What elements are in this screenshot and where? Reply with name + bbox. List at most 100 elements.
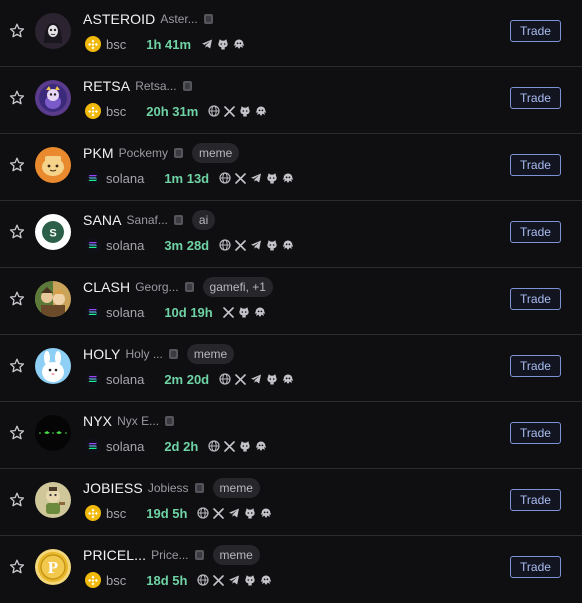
telegram-icon[interactable] <box>201 38 213 50</box>
dexscreener-icon[interactable] <box>282 239 294 251</box>
copy-address-icon[interactable] <box>194 550 204 560</box>
token-name: Aster... <box>160 12 198 26</box>
token-row[interactable]: S SANA Sanaf... ai solana 3m 28d Trade <box>0 201 582 268</box>
favorite-star-icon[interactable] <box>8 290 26 308</box>
x-icon[interactable] <box>222 306 234 318</box>
token-symbol[interactable]: PRICEL... <box>83 547 146 563</box>
token-symbol[interactable]: HOLY <box>83 346 121 362</box>
token-row[interactable]: P PRICEL... Price... meme bsc 18d 5h Tra… <box>0 536 582 603</box>
x-icon[interactable] <box>235 172 246 184</box>
trade-button[interactable]: Trade <box>510 422 561 444</box>
favorite-star-icon[interactable] <box>8 22 26 40</box>
github-icon[interactable] <box>238 306 250 318</box>
github-icon[interactable] <box>239 440 251 452</box>
trade-button[interactable]: Trade <box>510 20 561 42</box>
token-symbol[interactable]: NYX <box>83 413 112 429</box>
github-icon[interactable] <box>239 105 251 117</box>
token-row[interactable]: NYX Nyx E... solana 2d 2h Trade <box>0 402 582 469</box>
token-row[interactable]: HOLY Holy ... meme solana 2m 20d Trade <box>0 335 582 402</box>
token-avatar[interactable]: S <box>35 214 71 250</box>
dexscreener-icon[interactable] <box>282 172 294 184</box>
copy-address-icon[interactable] <box>182 81 192 91</box>
favorite-star-icon[interactable] <box>8 223 26 241</box>
token-row[interactable]: JOBIESS Jobiess meme bsc 19d 5h Trade <box>0 469 582 536</box>
token-row[interactable]: RETSA Retsa... bsc 20h 31m Trade <box>0 67 582 134</box>
trade-button[interactable]: Trade <box>510 556 561 578</box>
github-icon[interactable] <box>217 38 229 50</box>
x-icon[interactable] <box>213 574 225 586</box>
social-links <box>208 105 267 117</box>
copy-address-icon[interactable] <box>184 282 194 292</box>
trade-button[interactable]: Trade <box>510 87 561 109</box>
token-symbol[interactable]: JOBIESS <box>83 480 143 496</box>
token-symbol[interactable]: SANA <box>83 212 122 228</box>
x-icon[interactable] <box>224 105 236 117</box>
token-avatar[interactable] <box>35 415 71 451</box>
favorite-star-icon[interactable] <box>8 491 26 509</box>
token-symbol[interactable]: ASTEROID <box>83 11 155 27</box>
token-symbol[interactable]: PKM <box>83 145 114 161</box>
token-symbol[interactable]: CLASH <box>83 279 130 295</box>
copy-address-icon[interactable] <box>173 215 183 225</box>
token-symbol[interactable]: RETSA <box>83 78 130 94</box>
token-meta: solana 1m 13d <box>85 169 294 187</box>
x-icon[interactable] <box>213 507 225 519</box>
globe-icon[interactable] <box>219 239 231 251</box>
token-avatar[interactable] <box>35 281 71 317</box>
favorite-star-icon[interactable] <box>8 424 26 442</box>
social-links <box>197 574 272 586</box>
telegram-icon[interactable] <box>250 239 262 251</box>
trade-button[interactable]: Trade <box>510 288 561 310</box>
chain-name: bsc <box>106 103 127 119</box>
dexscreener-icon[interactable] <box>282 373 294 385</box>
favorite-star-icon[interactable] <box>8 357 26 375</box>
trade-button[interactable]: Trade <box>510 355 561 377</box>
dexscreener-icon[interactable] <box>255 105 267 117</box>
github-icon[interactable] <box>244 574 256 586</box>
dexscreener-icon[interactable] <box>254 306 266 318</box>
telegram-icon[interactable] <box>250 172 262 184</box>
x-icon[interactable] <box>235 373 246 385</box>
github-icon[interactable] <box>244 507 256 519</box>
dexscreener-icon[interactable] <box>260 507 272 519</box>
telegram-icon[interactable] <box>250 373 262 385</box>
token-row[interactable]: ASTEROID Aster... bsc 1h 41m Trade <box>0 0 582 67</box>
globe-icon[interactable] <box>208 105 220 117</box>
dexscreener-icon[interactable] <box>260 574 272 586</box>
token-avatar[interactable]: P <box>35 549 71 585</box>
copy-address-icon[interactable] <box>165 416 175 426</box>
telegram-icon[interactable] <box>228 507 240 519</box>
category-tag: meme <box>212 478 260 498</box>
copy-address-icon[interactable] <box>168 349 178 359</box>
chain-name: solana <box>106 304 145 320</box>
trade-button[interactable]: Trade <box>510 154 561 176</box>
favorite-star-icon[interactable] <box>8 156 26 174</box>
github-icon[interactable] <box>266 172 278 184</box>
favorite-star-icon[interactable] <box>8 89 26 107</box>
globe-icon[interactable] <box>219 373 231 385</box>
token-avatar[interactable] <box>35 147 71 183</box>
copy-address-icon[interactable] <box>194 483 204 493</box>
copy-address-icon[interactable] <box>174 148 183 158</box>
token-row[interactable]: PKM Pockemy meme solana 1m 13d Trade <box>0 134 582 201</box>
globe-icon[interactable] <box>197 507 210 519</box>
trade-button[interactable]: Trade <box>510 221 561 243</box>
trade-button[interactable]: Trade <box>510 489 561 511</box>
dexscreener-icon[interactable] <box>255 440 267 452</box>
token-avatar[interactable] <box>35 13 71 49</box>
favorite-star-icon[interactable] <box>8 558 26 576</box>
globe-icon[interactable] <box>197 574 210 586</box>
globe-icon[interactable] <box>208 440 220 452</box>
token-avatar[interactable] <box>35 482 71 518</box>
token-avatar[interactable] <box>35 348 71 384</box>
x-icon[interactable] <box>235 239 246 251</box>
token-row[interactable]: CLASH Georg... gamefi, +1 solana 10d 19h… <box>0 268 582 335</box>
github-icon[interactable] <box>266 373 278 385</box>
dexscreener-icon[interactable] <box>233 38 245 50</box>
token-avatar[interactable] <box>35 80 71 116</box>
copy-address-icon[interactable] <box>203 14 213 24</box>
telegram-icon[interactable] <box>228 574 240 586</box>
x-icon[interactable] <box>224 440 236 452</box>
github-icon[interactable] <box>266 239 278 251</box>
globe-icon[interactable] <box>219 172 231 184</box>
